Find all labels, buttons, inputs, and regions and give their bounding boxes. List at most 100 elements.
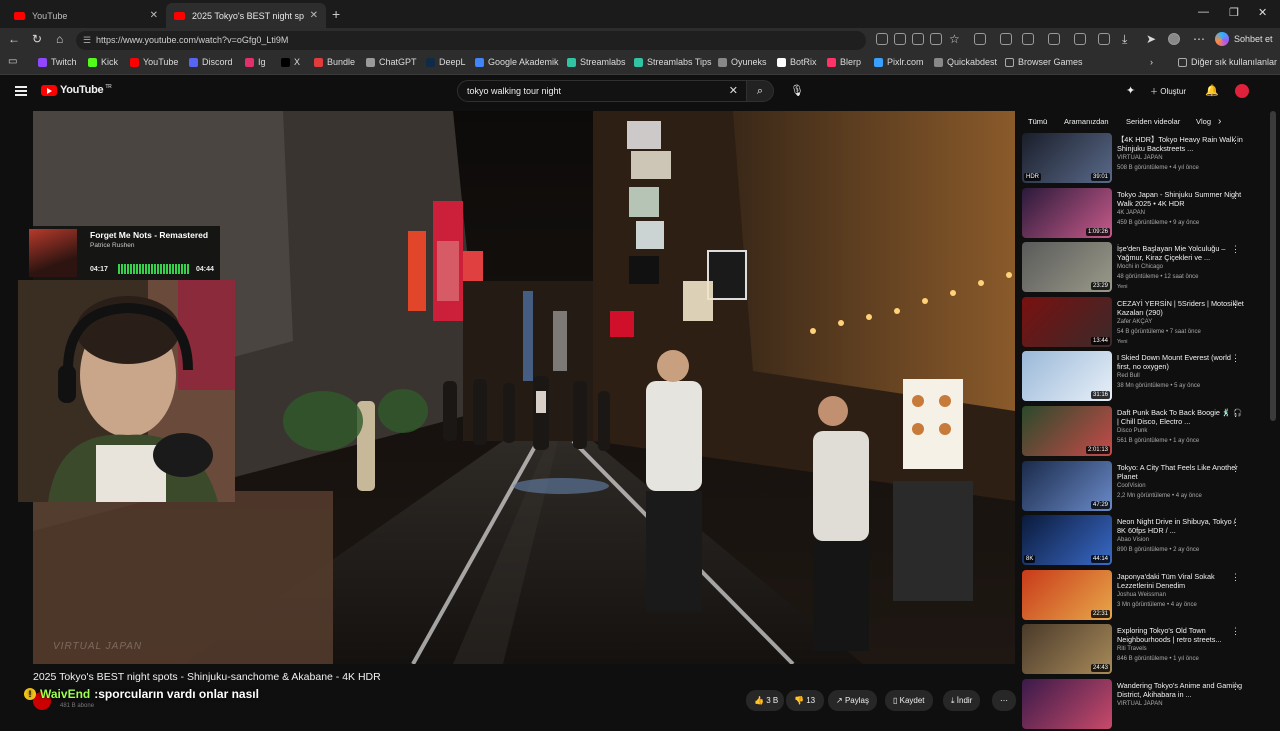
browser-tab-youtube[interactable]: YouTube ✕	[6, 3, 166, 28]
recommended-video[interactable]: 47:29 Tokyo: A City That Feels Like Anoth…	[1022, 460, 1252, 513]
share-icon[interactable]: ➤	[1146, 32, 1156, 46]
extension-icon[interactable]	[974, 33, 986, 45]
back-icon[interactable]: ←	[8, 32, 20, 46]
favorite-star-icon[interactable]: ☆	[949, 32, 960, 46]
like-button[interactable]: 👍 3 B	[746, 690, 784, 711]
more-options-icon[interactable]: ⋮	[1231, 135, 1240, 146]
reading-list-icon[interactable]: ▭	[8, 56, 17, 67]
new-tab-button[interactable]: +	[332, 6, 340, 22]
reload-icon[interactable]: ↻	[32, 32, 42, 46]
chip-series[interactable]: Seriden videolar	[1120, 114, 1186, 130]
more-options-icon[interactable]: ⋮	[1231, 244, 1240, 255]
bookmark-google-akademik[interactable]: Google Akademik	[475, 57, 559, 67]
video-thumbnail[interactable]: 24:43	[1022, 624, 1112, 675]
video-thumbnail[interactable]: 2:01:13	[1022, 406, 1112, 456]
bookmark-blerp[interactable]: Blerp	[827, 57, 861, 67]
close-tab-icon[interactable]: ✕	[150, 10, 158, 21]
dislike-button[interactable]: 👎 13	[786, 690, 824, 711]
bookmark-oyuneks[interactable]: Oyuneks	[718, 57, 767, 67]
more-options-icon[interactable]: ⋮	[1231, 681, 1240, 692]
bookmark-chatgpt[interactable]: ChatGPT	[366, 57, 417, 67]
video-thumbnail[interactable]: 13:44	[1022, 296, 1112, 347]
more-menu-icon[interactable]: ⋯	[1193, 32, 1205, 46]
extension-icon[interactable]	[894, 33, 906, 45]
close-tab-icon[interactable]: ✕	[310, 10, 318, 21]
clear-search-icon[interactable]: ✕	[729, 81, 738, 101]
site-info-icon[interactable]: ☰	[83, 31, 91, 50]
more-options-icon[interactable]: ⋮	[1231, 463, 1240, 474]
bookmark-botrix[interactable]: BotRix	[777, 57, 817, 67]
extension-icon[interactable]	[1098, 33, 1110, 45]
video-thumbnail[interactable]: 23:29	[1022, 242, 1112, 293]
recommended-video[interactable]: 39:01 HDR 【4K HDR】Tokyo Heavy Rain Walk in…	[1022, 133, 1252, 185]
recommended-video[interactable]: 2:01:13 Daft Punk Back To Back Boogie 🕺 🎧…	[1022, 406, 1252, 458]
bookmark-streamlabs[interactable]: Streamlabs	[567, 57, 626, 67]
profile-avatar[interactable]	[1168, 33, 1180, 45]
more-options-icon[interactable]: ⋮	[1231, 572, 1240, 583]
restore-icon[interactable]: ❐	[1229, 6, 1239, 19]
bookmark-youtube[interactable]: YouTube	[130, 57, 178, 67]
sidebar-scrollbar[interactable]	[1270, 111, 1276, 421]
extension-icon[interactable]	[912, 33, 924, 45]
bookmark-browser-games[interactable]: Browser Games	[1005, 57, 1083, 67]
video-thumbnail[interactable]: 44:14 8K	[1022, 515, 1112, 566]
recommended-video[interactable]: 1:09:26 Tokyo Japan - Shinjuku Summer Nig…	[1022, 187, 1252, 240]
video-thumbnail[interactable]: 1:09:26	[1022, 187, 1112, 238]
more-options-icon[interactable]: ⋮	[1231, 299, 1240, 310]
copilot-chat-button[interactable]: Sohbet et	[1215, 32, 1273, 46]
bookmark-ig[interactable]: Ig	[245, 57, 266, 67]
more-options-icon[interactable]: ⋮	[1231, 626, 1240, 637]
download-button[interactable]: ⤓ İndir	[943, 690, 981, 711]
share-button[interactable]: ↗ Paylaş	[828, 690, 877, 711]
video-thumbnail[interactable]: 22:31	[1022, 569, 1112, 620]
recommended-video[interactable]: 44:14 8K Neon Night Drive in Shibuya, Toky…	[1022, 515, 1252, 567]
chip-all[interactable]: Tümü	[1022, 114, 1053, 130]
extensions-puzzle-icon[interactable]	[1022, 33, 1034, 45]
search-input[interactable]: tokyo walking tour night ✕	[457, 80, 747, 102]
bookmark-streamlabs-tips[interactable]: Streamlabs Tips	[634, 57, 712, 67]
address-bar[interactable]: ☰ https://www.youtube.com/watch?v=oGfg0_…	[76, 31, 866, 50]
bookmark-bundle[interactable]: Bundle	[314, 57, 355, 67]
bookmark-discord[interactable]: Discord	[189, 57, 233, 67]
bookmarks-overflow-icon[interactable]: ›	[1150, 57, 1153, 67]
recommended-video[interactable]: 24:43 Exploring Tokyo's Old Town Neighbou…	[1022, 624, 1252, 676]
account-avatar[interactable]	[1235, 84, 1249, 98]
minimize-icon[interactable]: —	[1198, 6, 1209, 18]
close-window-icon[interactable]: ✕	[1258, 6, 1267, 19]
notifications-icon[interactable]: 🔔	[1205, 84, 1219, 97]
video-thumbnail[interactable]: 31:16	[1022, 351, 1112, 402]
bookmark-kick[interactable]: Kick	[88, 57, 118, 67]
home-icon[interactable]: ⌂	[56, 32, 63, 46]
recommended-video[interactable]: 31:16 I Skied Down Mount Everest (world f…	[1022, 351, 1252, 403]
more-options-icon[interactable]: ⋮	[1231, 353, 1240, 364]
recommended-video[interactable]: Wandering Tokyo's Anime and Gaming Distr…	[1022, 679, 1252, 731]
video-thumbnail[interactable]	[1022, 679, 1112, 729]
bookmark-pixlr-com[interactable]: Pixlr.com	[874, 57, 924, 67]
create-button[interactable]: ＋ Oluştur	[1144, 82, 1192, 102]
bookmark-x[interactable]: X	[281, 57, 300, 67]
menu-icon[interactable]	[15, 86, 27, 96]
chip-vlog[interactable]: Vlog	[1190, 114, 1218, 130]
extension-icon[interactable]	[930, 33, 942, 45]
youtube-logo[interactable]: YouTube TR	[41, 84, 112, 96]
chips-next-icon[interactable]: ›	[1218, 116, 1221, 127]
bookmark-deepl[interactable]: DeepL	[426, 57, 466, 67]
more-options-icon[interactable]: ⋮	[1231, 190, 1240, 201]
downloads-icon[interactable]: ⤓	[1122, 32, 1127, 47]
save-button[interactable]: ▯ Kaydet	[885, 690, 933, 711]
extension-icon[interactable]	[876, 33, 888, 45]
voice-search-icon[interactable]: 🎙	[790, 84, 804, 97]
recommended-video[interactable]: 13:44 CEZAYİ YERSİN | 5Sriders | Motosikl…	[1022, 296, 1252, 349]
browser-tab-video[interactable]: 2025 Tokyo's BEST night spots - Sh ✕	[166, 3, 326, 28]
split-screen-icon[interactable]	[1048, 33, 1060, 45]
bookmark-quickabdest[interactable]: Quickabdest	[934, 57, 997, 67]
more-actions-button[interactable]: ⋯	[992, 690, 1016, 711]
extension-icon[interactable]	[1000, 33, 1012, 45]
extension-icon[interactable]	[1074, 33, 1086, 45]
chip-from-search[interactable]: Aramanızdan	[1058, 114, 1115, 130]
other-bookmarks[interactable]: Diğer sık kullanılanlar	[1178, 57, 1277, 67]
video-thumbnail[interactable]: 39:01 HDR	[1022, 133, 1112, 183]
video-thumbnail[interactable]: 47:29	[1022, 460, 1112, 511]
search-button[interactable]: ⌕	[746, 80, 774, 102]
cast-icon[interactable]: ✦	[1126, 84, 1135, 97]
